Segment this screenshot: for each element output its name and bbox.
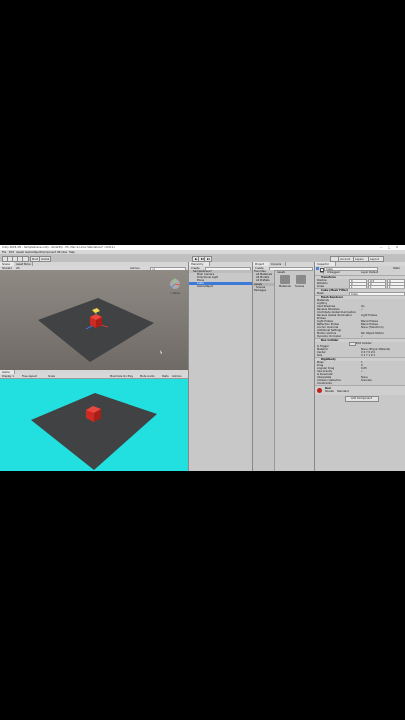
scene-view-panel: Scene Asset Store Shaded 2D Gizmos All <… [0,262,188,370]
tag-label: Tag [320,271,325,274]
layer-label: Layer [361,271,369,274]
asset-label: Materials [279,285,291,288]
asset-materials[interactable]: Materials [279,275,291,289]
minimize-button[interactable]: — [380,246,383,249]
hierarchy-item[interactable]: GameObject [189,285,253,288]
material-preview-icon [317,387,322,393]
static-toggle[interactable]: Static [393,267,400,270]
tree-item[interactable]: All Prefabs [253,279,274,282]
hierarchy-item-label: GameObject [197,285,214,288]
scene-viewport[interactable] [0,270,188,370]
cube-icon [316,267,319,270]
inspector-header: Cube Static Tag Untagged Layer Default [315,266,405,275]
material-section: Red Shader Standard [315,385,405,395]
inspector-panel: Inspector Cube Static Tag Untagged Layer… [314,262,405,471]
shader-dropdown[interactable]: Standard [337,390,349,393]
project-panel: Project Console Create Favorites All Mat… [252,262,315,471]
step-icon [207,257,210,261]
layout-label: Layout [370,257,379,261]
pivot-label: Pivot [32,257,39,261]
project-breadcrumb[interactable]: Assets [277,271,285,274]
layers-label: Layers [355,257,364,261]
shader-label: Shader [325,390,335,393]
asset-label: Scenes [295,285,305,288]
tag-dropdown[interactable]: Untagged [327,271,340,274]
global-label: Global [41,257,50,261]
folder-icon [296,275,306,284]
tree-item-label: Packages [254,289,267,292]
layer-dropdown[interactable]: Default [369,271,378,274]
persp-label[interactable]: < Persp [170,292,180,295]
folder-icon [280,275,290,284]
hierarchy-panel: Hierarchy Create SampleScene* Main Camer… [188,262,253,471]
project-search-input[interactable] [269,266,313,271]
game-view-panel: Game Display 1 Free Aspect Scale Maximiz… [0,370,188,471]
account-label: Account [340,257,351,261]
window-title: Unity 2018.4f1 - SampleScene.unity - Nod… [2,246,116,249]
close-button[interactable]: ✕ [396,246,398,249]
add-component-label: Add Component [351,397,372,401]
unity-editor-window: Unity 2018.4f1 - SampleScene.unity - Nod… [0,245,405,471]
game-viewport [31,393,157,470]
add-component-button[interactable]: Add Component [345,396,379,402]
tree-item[interactable]: Packages [253,289,274,292]
asset-scenes[interactable]: Scenes [295,275,307,289]
project-folder-tree: Favorites All Materials All Models All P… [253,270,275,471]
maximize-button[interactable]: □ [388,246,390,249]
game-plane-mesh [31,393,157,470]
tree-item-label: All Prefabs [256,279,270,282]
